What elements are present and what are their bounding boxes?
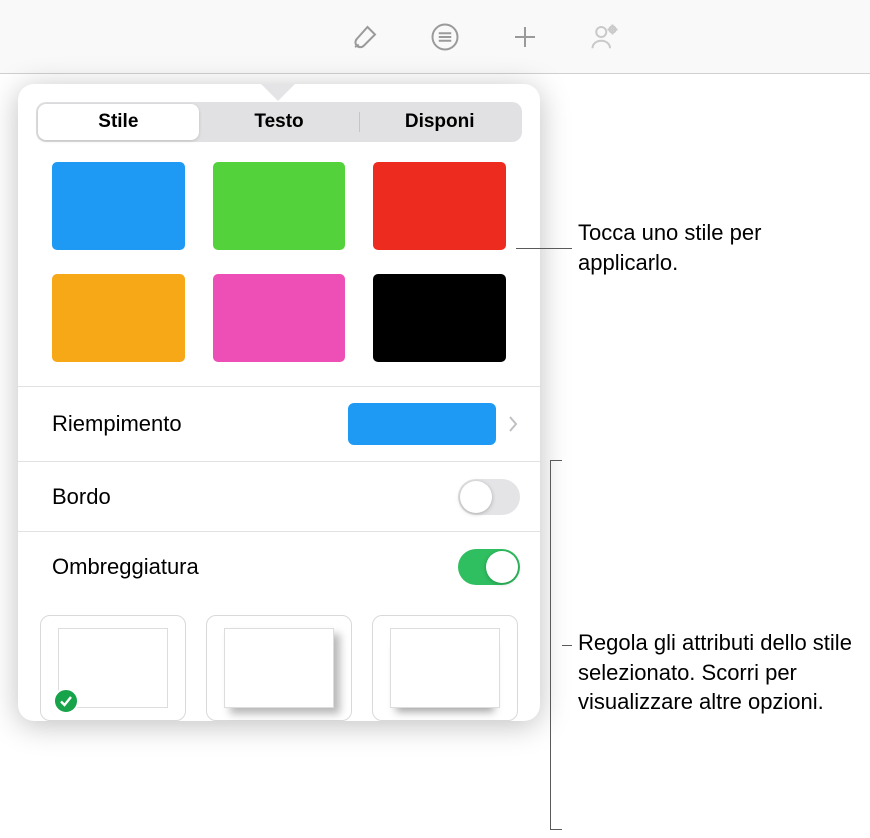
shadow-option-contact[interactable] xyxy=(372,615,518,721)
collaborate-icon[interactable] xyxy=(589,21,621,53)
tab-arrange[interactable]: Disponi xyxy=(359,104,520,140)
shadow-row-header: Ombreggiatura xyxy=(18,531,540,601)
callout-adjust-attributes: Regola gli attributi dello stile selezio… xyxy=(578,628,858,717)
checkmark-icon xyxy=(53,688,79,714)
callout-bracket xyxy=(550,460,562,830)
border-switch[interactable] xyxy=(458,479,520,515)
shadow-switch[interactable] xyxy=(458,549,520,585)
tab-style[interactable]: Stile xyxy=(38,104,199,140)
plus-icon[interactable] xyxy=(509,21,541,53)
callout-line xyxy=(516,248,572,249)
toolbar xyxy=(0,0,870,74)
callout-apply-style: Tocca uno stile per applicarlo. xyxy=(578,218,838,277)
shadow-label: Ombreggiatura xyxy=(52,554,199,580)
fill-row[interactable]: Riempimento xyxy=(18,386,540,461)
fill-color-preview xyxy=(348,403,496,445)
list-icon[interactable] xyxy=(429,21,461,53)
border-label: Bordo xyxy=(52,484,111,510)
brush-icon[interactable] xyxy=(349,21,381,53)
style-swatch-green[interactable] xyxy=(213,162,346,250)
border-row: Bordo xyxy=(18,461,540,531)
shadow-option-none[interactable] xyxy=(40,615,186,721)
shadow-options xyxy=(18,601,540,721)
style-swatch-pink[interactable] xyxy=(213,274,346,362)
callout-line xyxy=(562,645,572,646)
style-swatch-grid xyxy=(18,156,540,386)
style-swatch-blue[interactable] xyxy=(52,162,185,250)
fill-label: Riempimento xyxy=(52,411,182,437)
tab-text[interactable]: Testo xyxy=(199,104,360,140)
style-swatch-red[interactable] xyxy=(373,162,506,250)
style-swatch-orange[interactable] xyxy=(52,274,185,362)
style-swatch-black[interactable] xyxy=(373,274,506,362)
shadow-option-drop[interactable] xyxy=(206,615,352,721)
format-popover: Stile Testo Disponi Riempimento Bordo Om… xyxy=(18,84,540,721)
chevron-right-icon xyxy=(506,413,520,435)
